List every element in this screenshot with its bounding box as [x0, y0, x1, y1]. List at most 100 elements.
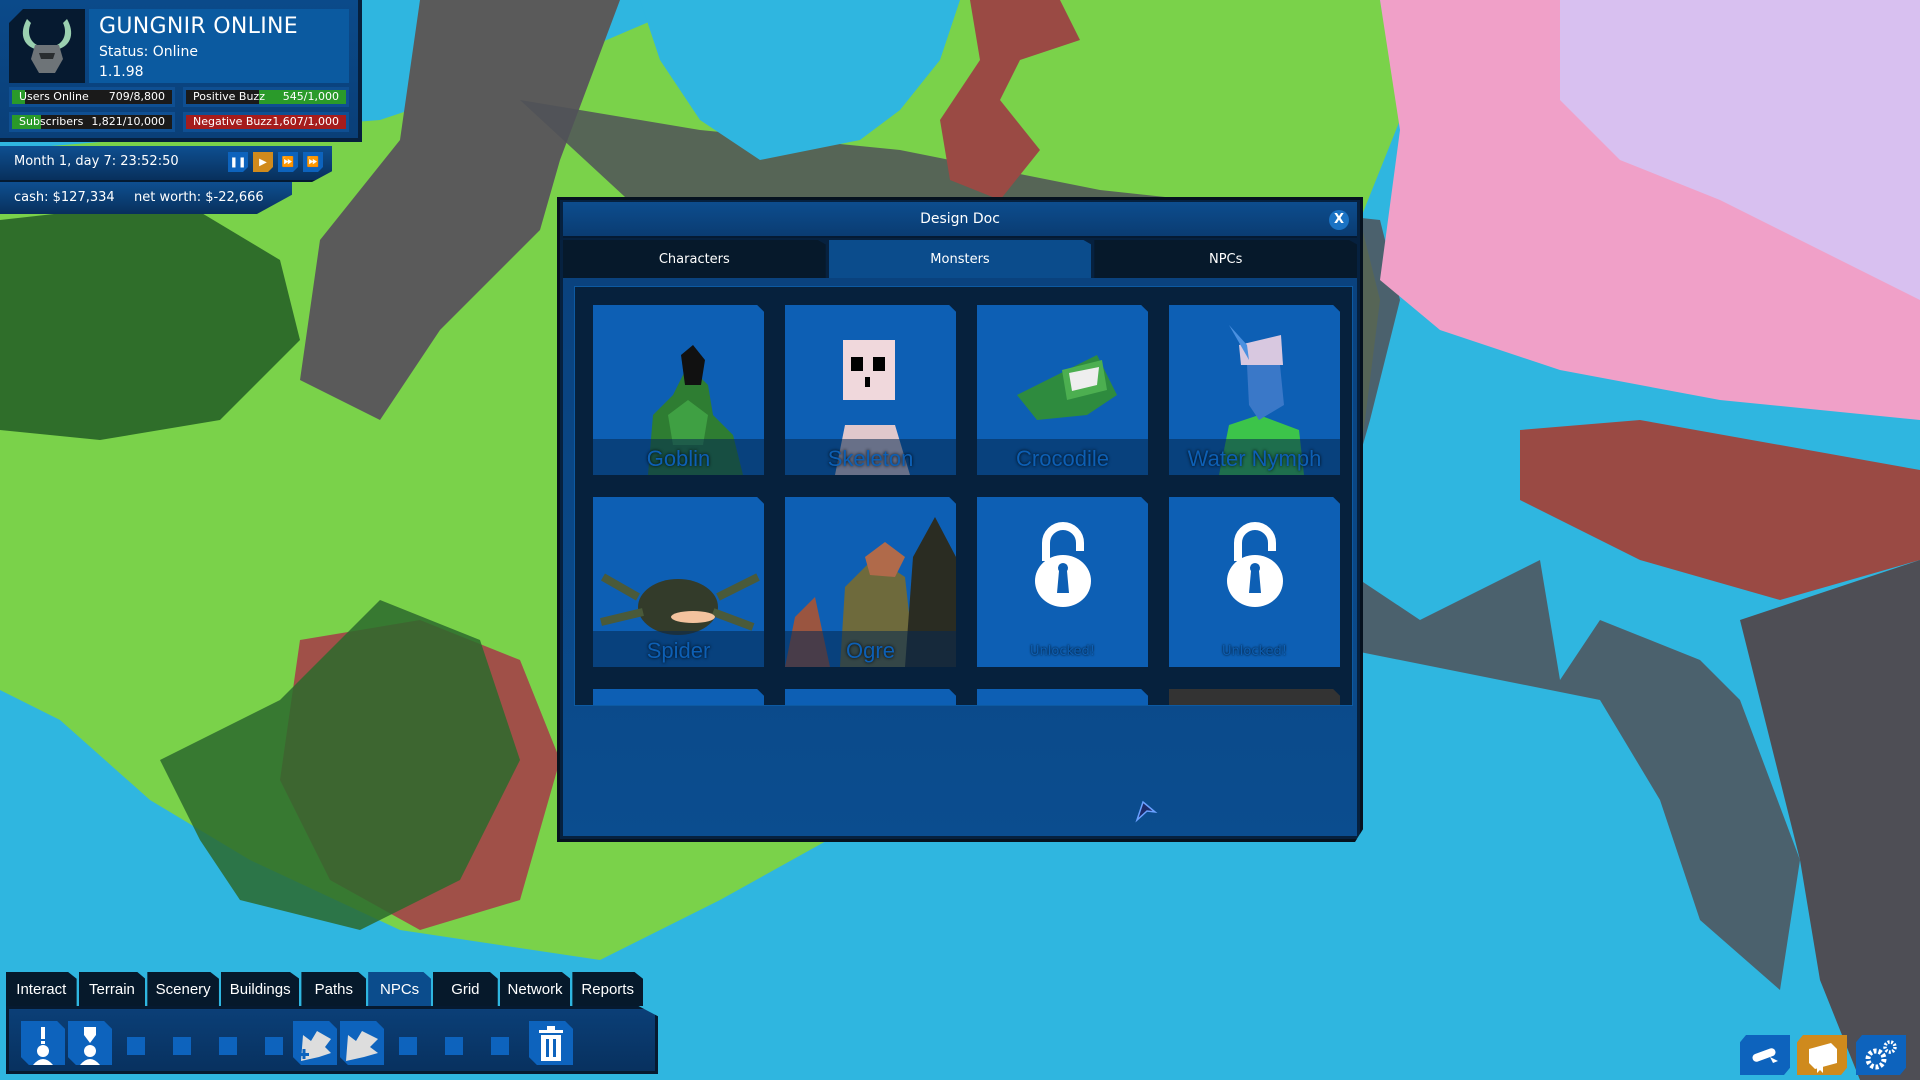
- tab-label: Monsters: [930, 251, 990, 267]
- toolbar-tab-label: Network: [507, 980, 563, 998]
- trash-tool-button[interactable]: [529, 1021, 573, 1065]
- toolbar-tab-npcs[interactable]: NPCs: [368, 972, 431, 1006]
- negative-buzz-value: 1,607/1,000: [272, 115, 339, 128]
- users-online-bar: Users Online 709/8,800: [9, 87, 175, 107]
- monster-card-spider[interactable]: Spider: [593, 497, 764, 667]
- toolbar-tab-paths[interactable]: Paths: [301, 972, 367, 1006]
- users-online-label: Users Online: [19, 90, 89, 103]
- monster-name: Spider: [646, 638, 711, 663]
- diploma-icon: [1752, 1048, 1778, 1063]
- empty-tool-slot: [127, 1037, 145, 1055]
- cash-value: cash: $127,334: [14, 190, 115, 205]
- monster-name: Goblin: [646, 446, 711, 471]
- design-doc-window: Design Doc X Characters Monsters NPCs Go…: [557, 197, 1363, 842]
- close-icon: X: [1333, 212, 1345, 227]
- design-doc-book-icon: [1809, 1043, 1837, 1073]
- locked-slot-card[interactable]: Unlocked!: [977, 497, 1148, 667]
- dialog-title: Design Doc: [920, 211, 1000, 227]
- toolbar-tab-label: Reports: [581, 980, 634, 998]
- server-status: Status: Online: [99, 44, 198, 60]
- monster-card-water-nymph[interactable]: Water Nymph: [1169, 305, 1340, 475]
- tab-label: NPCs: [1208, 251, 1243, 267]
- close-button[interactable]: X: [1329, 210, 1349, 230]
- empty-tool-slot: [491, 1037, 509, 1055]
- monster-card-goblin[interactable]: Goblin: [593, 305, 764, 475]
- pause-icon: ❚❚: [229, 156, 247, 168]
- design-doc-button[interactable]: [1797, 1035, 1847, 1075]
- positive-buzz-bar: Positive Buzz 545/1,000: [183, 87, 349, 107]
- play-icon: ▶: [259, 156, 267, 168]
- fast-forward-icon: ⏩: [281, 156, 295, 168]
- monster-name: Water Nymph: [1187, 446, 1322, 471]
- monster-icon: [346, 1031, 378, 1061]
- toolbar-tab-label: NPCs: [379, 980, 420, 998]
- tab-monsters[interactable]: Monsters: [828, 240, 1092, 278]
- toolbar-tab-buildings[interactable]: Buildings: [220, 972, 300, 1006]
- game-clock: Month 1, day 7: 23:52:50: [14, 154, 179, 169]
- toolbar-tab-scenery[interactable]: Scenery: [147, 972, 219, 1006]
- padlock-icon: [1034, 522, 1091, 607]
- negative-buzz-bar: Negative Buzz 1,607/1,000: [183, 112, 349, 132]
- empty-tool-slot: [265, 1037, 283, 1055]
- monster-tool-button[interactable]: [340, 1021, 384, 1065]
- monster-name: Ogre: [846, 638, 895, 663]
- fastest-button[interactable]: ⏩: [303, 152, 323, 172]
- tab-characters[interactable]: Characters: [563, 240, 826, 278]
- fast-forward-button[interactable]: ⏩: [278, 152, 298, 172]
- settings-gears-icon: [1865, 1040, 1897, 1070]
- npc-alert-icon: [33, 1027, 53, 1065]
- locked-slot-card[interactable]: [593, 689, 764, 705]
- empty-tool-slot: [219, 1037, 237, 1055]
- net-worth-value: net worth: $-22,666: [134, 190, 264, 205]
- users-online-value: 709/8,800: [108, 90, 165, 103]
- locked-slot-card: [1169, 689, 1340, 705]
- toolbar-tab-network[interactable]: Network: [499, 972, 571, 1006]
- design-doc-tabs: Characters Monsters NPCs: [563, 240, 1358, 278]
- subscribers-value: 1,821/10,000: [91, 115, 165, 128]
- monster-card-skeleton[interactable]: Skeleton: [785, 305, 956, 475]
- toolbar-tab-interact[interactable]: Interact: [6, 972, 77, 1006]
- toolbar-tab-label: Paths: [314, 980, 353, 998]
- tab-npcs[interactable]: NPCs: [1094, 240, 1358, 278]
- toolbar-tab-terrain[interactable]: Terrain: [78, 972, 146, 1006]
- research-button[interactable]: [1740, 1035, 1790, 1075]
- play-button[interactable]: ▶: [253, 152, 273, 172]
- subscribers-bar: Subscribers 1,821/10,000: [9, 112, 175, 132]
- pause-button[interactable]: ❚❚: [228, 152, 248, 172]
- toolbar-tab-label: Terrain: [89, 980, 135, 998]
- game-logo: [9, 9, 85, 83]
- tab-label: Characters: [658, 251, 730, 267]
- npc-alert-tool-button[interactable]: [21, 1021, 65, 1065]
- unlocked-label: Unlocked!: [1030, 644, 1095, 659]
- settings-button[interactable]: [1856, 1035, 1906, 1075]
- build-mode-tabs: Interact Terrain Scenery Buildings Paths NPCs…: [6, 972, 643, 1006]
- locked-slot-card[interactable]: Unlocked!: [1169, 497, 1340, 667]
- horned-helmet-icon: [22, 19, 72, 73]
- monster-card-crocodile[interactable]: Crocodile: [977, 305, 1148, 475]
- positive-buzz-label: Positive Buzz: [193, 90, 265, 103]
- locked-slot-card[interactable]: [785, 689, 956, 705]
- monster-card-ogre[interactable]: Ogre: [785, 497, 956, 667]
- dialog-body: Goblin Skeleton Crocodile Water Nymph Sp…: [563, 278, 1357, 836]
- game-version: 1.1.98: [99, 64, 144, 80]
- toolbar-tab-grid[interactable]: Grid: [432, 972, 498, 1006]
- add-monster-tool-button[interactable]: [293, 1021, 337, 1065]
- game-clock-bar: Month 1, day 7: 23:52:50 ❚❚ ▶ ⏩ ⏩: [0, 146, 332, 182]
- negative-buzz-label: Negative Buzz: [193, 115, 272, 128]
- positive-buzz-value: 545/1,000: [282, 90, 339, 103]
- studio-status-panel: GUNGNIR ONLINE Status: Online 1.1.98 Use…: [0, 0, 362, 142]
- toolbar-tab-reports[interactable]: Reports: [572, 972, 643, 1006]
- mouse-cursor-icon: [1135, 800, 1158, 823]
- toolbar-tab-label: Grid: [451, 980, 480, 998]
- npc-guard-tool-button[interactable]: [68, 1021, 112, 1065]
- locked-slot-card[interactable]: [977, 689, 1148, 705]
- trash-icon: [539, 1026, 563, 1061]
- dialog-header: Design Doc X: [563, 202, 1357, 238]
- padlock-icon: [1226, 522, 1283, 607]
- toolbar-tab-label: Scenery: [155, 980, 211, 998]
- empty-tool-slot: [399, 1037, 417, 1055]
- npc-tool-bar: [6, 1006, 658, 1074]
- empty-tool-slot: [173, 1037, 191, 1055]
- game-title-box: GUNGNIR ONLINE Status: Online 1.1.98: [89, 9, 349, 83]
- monster-grid[interactable]: Goblin Skeleton Crocodile Water Nymph Sp…: [574, 286, 1353, 706]
